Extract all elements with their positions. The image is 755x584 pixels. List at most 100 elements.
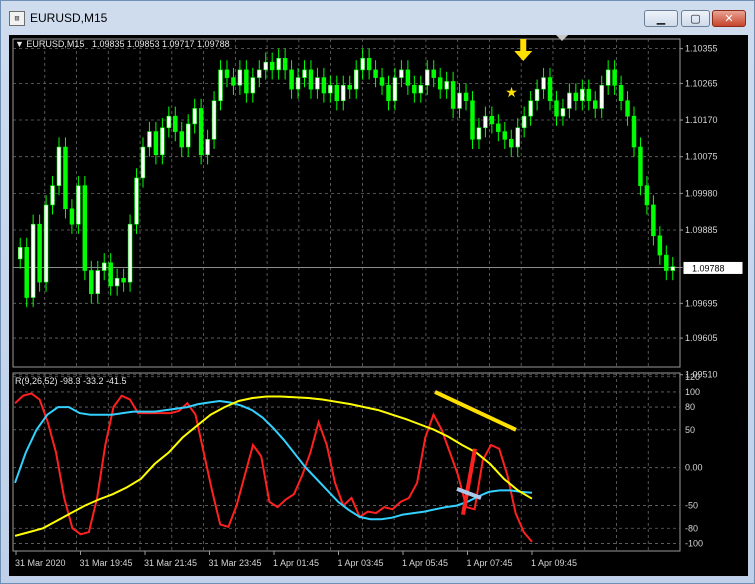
candle-body bbox=[412, 85, 417, 94]
candle-body bbox=[17, 247, 23, 260]
candle-body bbox=[95, 270, 100, 294]
candle-body bbox=[509, 139, 514, 148]
candle-body bbox=[56, 146, 62, 186]
red-trend-line bbox=[461, 448, 477, 516]
candle-body bbox=[257, 69, 262, 78]
candle-body bbox=[69, 208, 75, 225]
candle-body bbox=[250, 77, 256, 94]
price-tick-label: 1.10170 bbox=[685, 115, 718, 125]
candle-body bbox=[328, 85, 333, 94]
candle-body bbox=[437, 77, 443, 90]
price-tick-label: 1.10265 bbox=[685, 78, 718, 88]
oscillator-title: R(9,26,52) -98.3 -33.2 -41.5 bbox=[15, 376, 127, 386]
candle-body bbox=[211, 100, 217, 140]
candle-body bbox=[24, 247, 29, 298]
candle-body bbox=[198, 108, 204, 156]
candle-body bbox=[638, 146, 643, 186]
candle-body bbox=[108, 262, 113, 287]
candle-body bbox=[425, 69, 430, 86]
candle-body bbox=[269, 61, 275, 71]
candle-body bbox=[244, 69, 249, 94]
candle-body bbox=[547, 77, 553, 102]
candle-body bbox=[153, 131, 159, 156]
candle-body bbox=[554, 100, 559, 117]
time-tick-label: 31 Mar 19:45 bbox=[80, 558, 133, 568]
osc-tick-label: 0.00 bbox=[685, 463, 703, 473]
chart-area[interactable]: 1.10355 1.10265 1.10170 1.10075 1.09980 1.098… bbox=[9, 35, 748, 576]
candle-body bbox=[541, 77, 546, 90]
time-tick-label: 31 Mar 2020 bbox=[15, 558, 66, 568]
candle-body bbox=[670, 266, 676, 271]
candle-body bbox=[160, 127, 165, 156]
candle-body bbox=[341, 85, 346, 102]
ohlc-values: 1.09835 1.09853 1.09717 1.09788 bbox=[92, 39, 230, 49]
candle-body bbox=[521, 115, 527, 129]
candle-body bbox=[580, 88, 585, 102]
grid: 1.10355 1.10265 1.10170 1.10075 1.09980 1.098… bbox=[12, 38, 718, 552]
time-tick-label: 1 Apr 09:45 bbox=[531, 558, 577, 568]
candle-body bbox=[76, 185, 81, 225]
candle-body bbox=[140, 146, 146, 179]
close-button[interactable]: ✕ bbox=[712, 10, 746, 27]
candle-body bbox=[308, 69, 314, 90]
candle-body bbox=[379, 77, 385, 86]
candle-body bbox=[599, 85, 604, 109]
candle-body bbox=[63, 146, 68, 210]
candle-body bbox=[373, 69, 378, 78]
candle-body bbox=[82, 185, 88, 271]
minimize-icon: ▁ bbox=[656, 12, 666, 25]
title-bar[interactable]: ▥ EURUSD,M15 ▁ ▢ ✕ bbox=[1, 1, 754, 35]
candle-body bbox=[399, 69, 404, 78]
candle-body bbox=[386, 85, 391, 102]
window-title: EURUSD,M15 bbox=[30, 11, 108, 25]
candle-body bbox=[224, 69, 230, 78]
price-panel: ★ bbox=[13, 39, 680, 308]
maximize-icon: ▢ bbox=[690, 12, 701, 25]
price-tick-label: 1.09980 bbox=[685, 188, 718, 198]
maximize-button[interactable]: ▢ bbox=[681, 10, 710, 27]
candle-body bbox=[231, 77, 236, 86]
down-arrow-icon bbox=[514, 39, 533, 61]
candle-body bbox=[43, 204, 49, 283]
candle-body bbox=[515, 127, 520, 148]
price-tick-label: 1.10355 bbox=[685, 44, 718, 54]
candle-body bbox=[347, 85, 352, 90]
candle-body bbox=[573, 92, 579, 102]
minimize-button[interactable]: ▁ bbox=[644, 10, 678, 27]
time-tick-label: 1 Apr 03:45 bbox=[338, 558, 384, 568]
candle-body bbox=[334, 85, 340, 102]
osc-tick-label: -80 bbox=[685, 523, 698, 533]
candle-body bbox=[179, 131, 184, 148]
candle-body bbox=[101, 262, 107, 271]
candle-body bbox=[457, 92, 462, 109]
candle-body bbox=[315, 77, 320, 90]
price-tick-label: 1.09605 bbox=[685, 333, 718, 343]
chart-window-icon: ▥ bbox=[9, 11, 25, 26]
candle-body bbox=[121, 277, 126, 283]
candle-body bbox=[534, 88, 540, 102]
oscillator-panel-border bbox=[12, 372, 681, 552]
candle-body bbox=[263, 61, 268, 71]
candle-body bbox=[289, 69, 294, 90]
candle-body bbox=[366, 57, 372, 71]
symbol-header: ▼ EURUSD,M15 1.09835 1.09853 1.09717 1.0… bbox=[15, 39, 230, 49]
candle-body bbox=[431, 69, 436, 78]
candle-body bbox=[166, 115, 172, 129]
candle-body bbox=[444, 81, 449, 90]
candle-body bbox=[489, 115, 495, 125]
time-tick-label: 1 Apr 07:45 bbox=[467, 558, 513, 568]
osc-tick-label: 100 bbox=[685, 387, 700, 397]
candle-body bbox=[134, 177, 139, 225]
candle-body bbox=[618, 85, 624, 102]
chart-shift-marker[interactable] bbox=[556, 35, 568, 41]
osc-tick-label: 120 bbox=[685, 372, 700, 382]
current-price-label: 1.09788 bbox=[692, 263, 725, 273]
candle-body bbox=[192, 108, 197, 125]
time-tick-label: 31 Mar 21:45 bbox=[144, 558, 197, 568]
candle-body bbox=[560, 108, 566, 117]
candle-body bbox=[593, 100, 598, 109]
time-axis: 31 Mar 2020 31 Mar 19:45 31 Mar 21:45 31 Ma… bbox=[15, 551, 577, 568]
candle-body bbox=[612, 69, 617, 86]
candle-body bbox=[631, 115, 637, 148]
candle-body bbox=[114, 277, 120, 287]
